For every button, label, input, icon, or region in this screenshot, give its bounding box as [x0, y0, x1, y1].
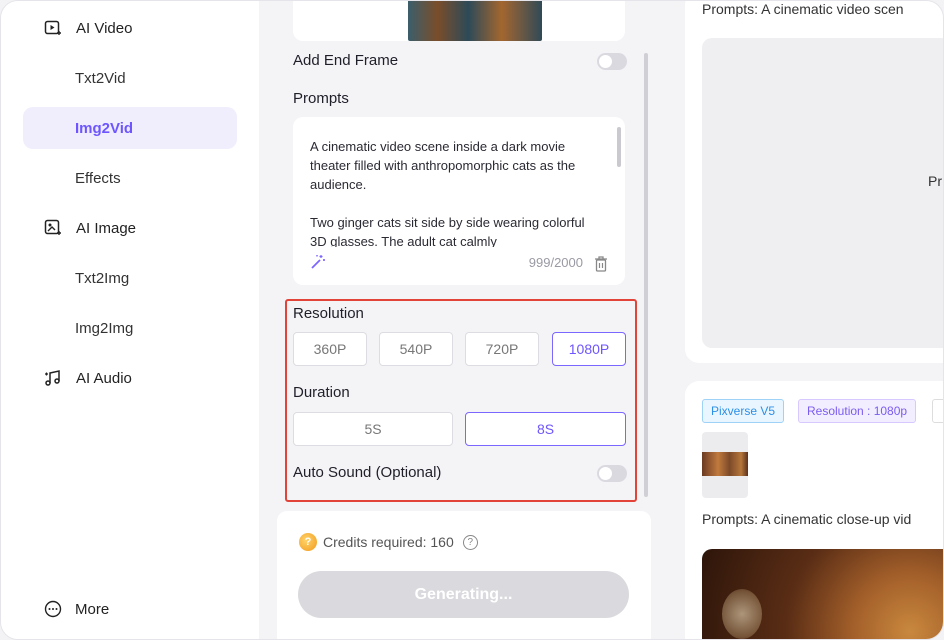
highlight-box	[285, 299, 637, 502]
sidebar-item-label: AI Image	[76, 219, 137, 237]
extra-tag	[932, 399, 943, 423]
sidebar-item-label: Txt2Img	[75, 269, 130, 287]
sidebar: AI Video Txt2Vid Img2Vid Effects AI Imag…	[1, 1, 259, 639]
prompt-counter: 999/2000	[528, 255, 583, 270]
sidebar-item-ai-audio[interactable]: AI Audio	[23, 357, 237, 399]
sidebar-item-img2vid[interactable]: Img2Vid	[23, 107, 237, 149]
result-prompt: Prompts: A cinematic close-up vid	[702, 511, 912, 527]
generate-button[interactable]: Generating...	[298, 571, 629, 618]
start-frame-preview[interactable]	[293, 1, 625, 41]
results-panel: Prompts: A cinematic video scen Pr Pixve…	[685, 1, 943, 639]
credits-text: Credits required: 160	[323, 534, 454, 550]
generate-panel: ? Credits required: 160 ? Generating...	[277, 511, 651, 639]
sidebar-item-img2img[interactable]: Img2Img	[23, 307, 237, 349]
image-sparkle-icon	[43, 218, 63, 238]
placeholder-text: Pr	[928, 173, 942, 189]
prompt-textarea[interactable]: A cinematic video scene inside a dark mo…	[293, 117, 625, 285]
credits-info: ? Credits required: 160 ?	[299, 533, 478, 551]
sidebar-item-label: AI Audio	[76, 369, 132, 387]
sidebar-item-effects[interactable]: Effects	[23, 157, 237, 199]
result-video[interactable]	[702, 549, 943, 639]
sidebar-item-txt2vid[interactable]: Txt2Vid	[23, 57, 237, 99]
app-window: AI Video Txt2Vid Img2Vid Effects AI Imag…	[0, 0, 944, 640]
coin-icon: ?	[299, 533, 317, 551]
sidebar-item-ai-image[interactable]: AI Image	[23, 207, 237, 249]
prompt-text[interactable]: A cinematic video scene inside a dark mo…	[310, 137, 600, 247]
result-card: Prompts: A cinematic video scen Pr	[685, 1, 943, 363]
video-sparkle-icon	[43, 18, 63, 38]
help-icon[interactable]: ?	[462, 534, 478, 550]
end-frame-label: Add End Frame	[293, 52, 399, 69]
sidebar-item-label: Txt2Vid	[75, 69, 126, 87]
sidebar-item-label: Img2Img	[75, 319, 134, 337]
trash-icon[interactable]	[593, 255, 609, 273]
prompt-scrollbar[interactable]	[617, 127, 621, 167]
more-dots-icon	[43, 599, 63, 619]
music-note-icon	[43, 368, 63, 388]
more-label: More	[75, 600, 110, 618]
end-frame-toggle[interactable]	[597, 53, 627, 70]
more-button[interactable]: More	[43, 599, 109, 619]
start-frame-image	[408, 1, 542, 41]
sidebar-item-label: AI Video	[76, 19, 133, 37]
model-tag: Pixverse V5	[702, 399, 785, 423]
result-placeholder: Pr	[702, 38, 943, 348]
prompts-label: Prompts	[293, 90, 349, 107]
sidebar-item-txt2img[interactable]: Txt2Img	[23, 257, 237, 299]
sidebar-item-ai-video[interactable]: AI Video	[23, 7, 237, 49]
magic-wand-icon[interactable]	[309, 253, 327, 271]
source-thumbnail[interactable]	[702, 432, 748, 498]
result-card: Pixverse V5 Resolution : 1080p Prompts: …	[685, 381, 943, 639]
form-scrollbar[interactable]	[644, 53, 648, 497]
result-prompt: Prompts: A cinematic video scen	[702, 1, 904, 17]
sidebar-item-label: Img2Vid	[75, 119, 134, 137]
resolution-tag: Resolution : 1080p	[798, 399, 917, 423]
sidebar-item-label: Effects	[75, 169, 121, 187]
